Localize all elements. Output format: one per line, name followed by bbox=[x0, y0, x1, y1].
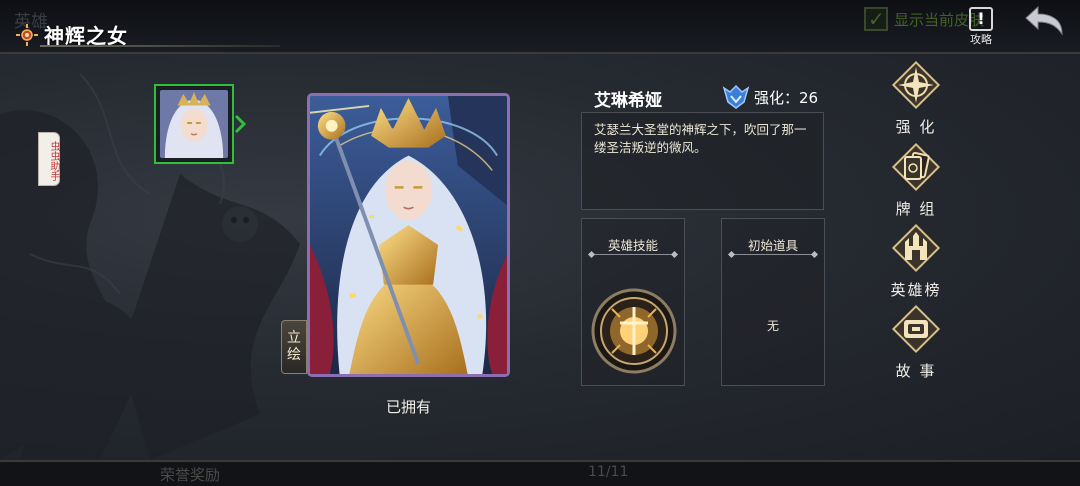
divider bbox=[592, 254, 674, 255]
honor-reward-label[interactable]: 荣誉奖励 bbox=[160, 464, 220, 485]
hero-ranking-button[interactable]: 英雄榜 bbox=[884, 222, 948, 300]
sun-emblem-icon bbox=[16, 23, 38, 46]
hero-detail-panel: 虫虫助手 立绘 已拥有 艾琳希娅 强化：26 艾瑟兰大圣堂的神辉之下，吹回了那一… bbox=[0, 54, 1080, 460]
hero-name: 艾琳希娅 bbox=[594, 91, 662, 111]
hero-description-box: 艾瑟兰大圣堂的神辉之下，吹回了那一缕圣洁叛逆的微风。 bbox=[581, 112, 824, 210]
top-bar: 英雄 神辉之女 ✓ 显示当前皮肤 ! 攻略 bbox=[0, 0, 1080, 54]
check-icon: ✓ bbox=[868, 7, 885, 31]
guide-label: 攻略 bbox=[970, 33, 992, 46]
enhance-label: 强 化 bbox=[895, 118, 937, 136]
scroll-book-icon bbox=[891, 304, 941, 354]
hero-skill-title: 英雄技能 bbox=[607, 238, 658, 253]
enhance-label: 强化：26 bbox=[754, 88, 819, 107]
hero-card-art[interactable] bbox=[307, 93, 510, 377]
checkbox[interactable]: ✓ bbox=[864, 7, 888, 31]
bottom-bar: 荣誉奖励 11/11 bbox=[0, 460, 1080, 486]
hero-skill-icon[interactable] bbox=[590, 287, 678, 375]
guide-button[interactable]: ! 攻略 bbox=[966, 7, 996, 47]
hero-skill-slot[interactable]: 英雄技能 bbox=[581, 218, 685, 386]
hero-skin-thumbnail[interactable] bbox=[154, 84, 234, 164]
starting-item-title: 初始道具 bbox=[747, 238, 798, 253]
selected-arrow-icon bbox=[234, 114, 246, 134]
deck-button[interactable]: 牌 组 bbox=[884, 141, 948, 219]
exclamation-book-icon: ! bbox=[969, 7, 993, 31]
enhance-button[interactable]: 强 化 bbox=[884, 59, 948, 137]
castle-gate-icon bbox=[891, 223, 941, 273]
story-button[interactable]: 故 事 bbox=[884, 303, 948, 381]
deck-label: 牌 组 bbox=[895, 200, 937, 218]
compass-star-icon bbox=[891, 60, 941, 110]
divider bbox=[732, 254, 814, 255]
story-label: 故 事 bbox=[895, 362, 937, 380]
helper-side-tab[interactable]: 虫虫助手 bbox=[38, 132, 60, 186]
hero-illustration bbox=[310, 96, 507, 374]
card-deck-icon bbox=[891, 142, 941, 192]
hero-description: 艾瑟兰大圣堂的神辉之下，吹回了那一缕圣洁叛逆的微风。 bbox=[594, 122, 807, 155]
enhance-level: 强化：26 bbox=[722, 84, 818, 110]
title-underline bbox=[40, 45, 280, 47]
starting-item-slot[interactable]: 初始道具 无 bbox=[721, 218, 825, 386]
starting-item-value: 无 bbox=[766, 319, 779, 333]
return-arrow-icon[interactable] bbox=[1022, 4, 1066, 40]
hero-ranking-label: 英雄榜 bbox=[890, 281, 942, 299]
page-indicator: 11/11 bbox=[588, 464, 629, 480]
portrait-tab[interactable]: 立绘 bbox=[281, 320, 307, 374]
enhance-crest-icon bbox=[722, 84, 750, 109]
hero-avatar bbox=[160, 90, 228, 158]
owned-status: 已拥有 bbox=[385, 398, 431, 416]
